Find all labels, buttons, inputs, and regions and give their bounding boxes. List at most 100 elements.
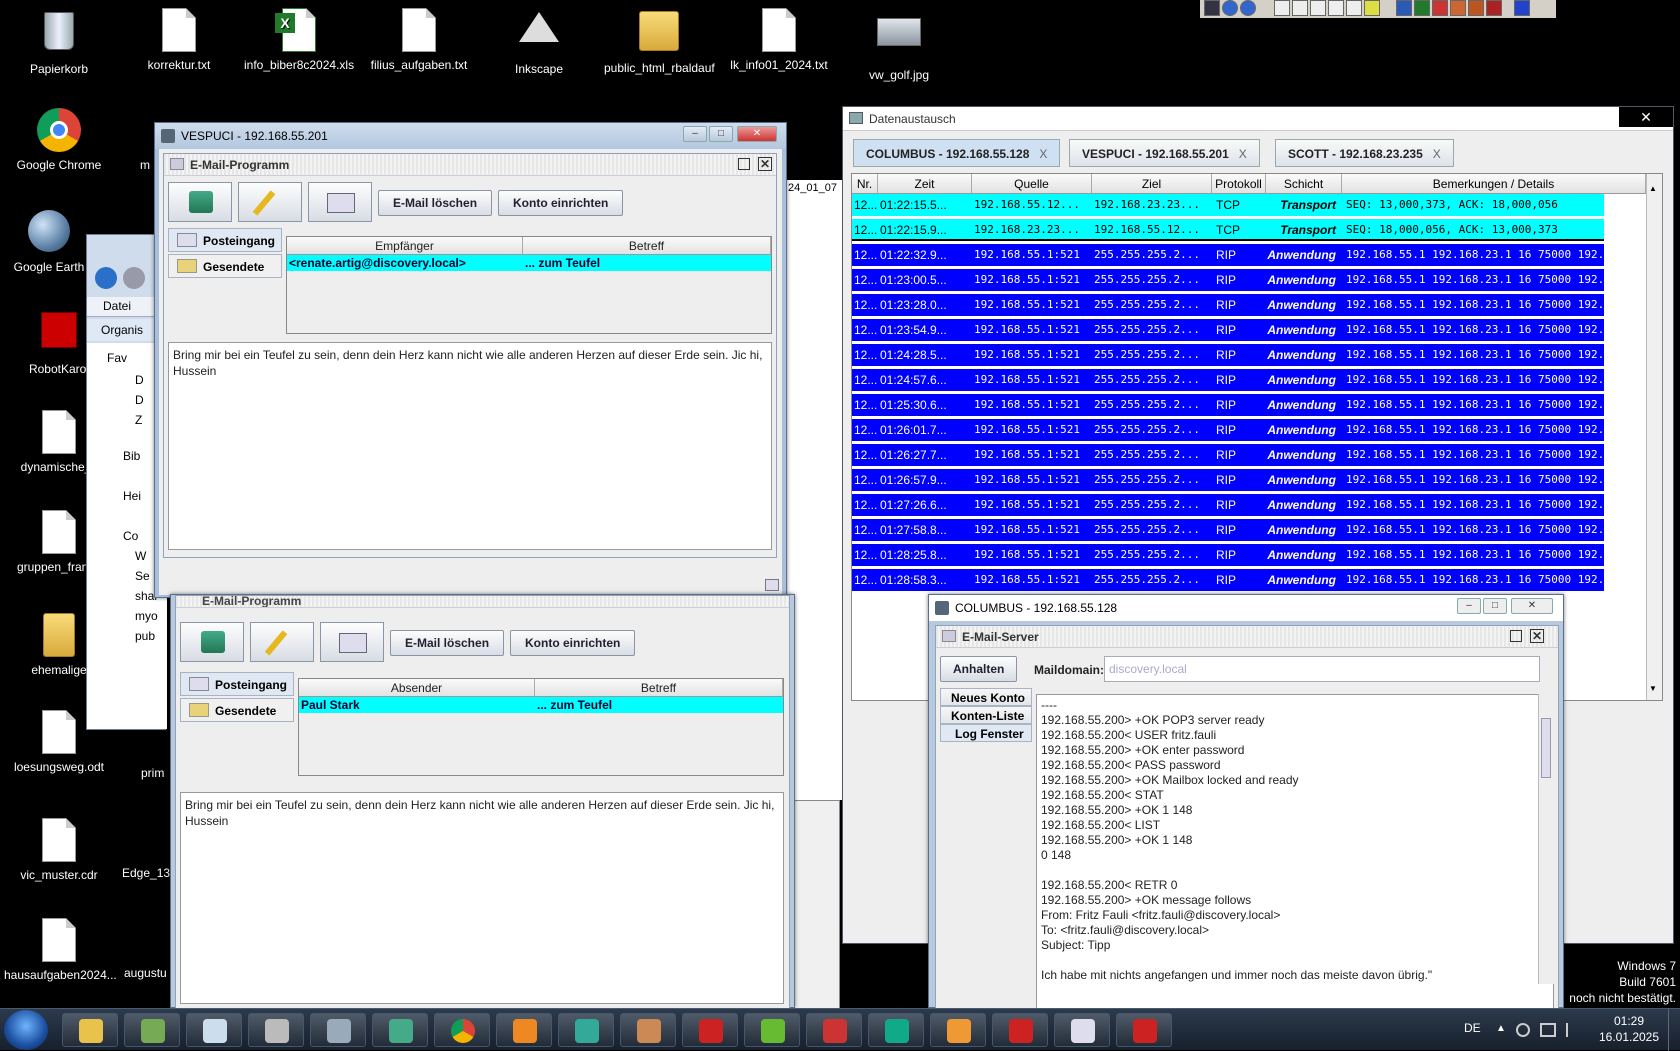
stop-server-button[interactable]: Anhalten (940, 656, 1018, 682)
maximize-button[interactable]: □ (709, 126, 733, 142)
desktop-icon-info-biber[interactable]: X info_biber8c2024.xls (244, 8, 354, 72)
scrollbar-thumb[interactable] (1541, 718, 1551, 778)
note-icon[interactable] (1346, 0, 1362, 16)
taskbar-button[interactable] (124, 1013, 180, 1047)
column-header[interactable]: Protokoll (1212, 174, 1266, 194)
minimize-button[interactable]: – (683, 126, 707, 142)
scroll-down-icon[interactable]: ▼ (1649, 684, 1659, 694)
taskbar-button[interactable] (868, 1013, 924, 1047)
tab-close[interactable]: X (1433, 147, 1441, 161)
contact-icon[interactable] (1328, 0, 1344, 16)
tree-item[interactable]: Se (135, 569, 150, 583)
mail-body-text[interactable]: Bring mir bei ein Teufel zu sein, denn d… (180, 792, 784, 1004)
tab-vespuci[interactable]: VESPUCI - 192.168.55.201 X (1069, 139, 1260, 167)
packet-row[interactable]: 12... 01:27:58.8... 192.168.55.1:521 255.25… (852, 519, 1646, 541)
column-header[interactable]: Zeit (878, 174, 972, 194)
outlook-icon[interactable] (1468, 0, 1484, 16)
tree-item[interactable]: D (135, 393, 144, 407)
tab-inbox[interactable]: Posteingang (168, 228, 282, 252)
desktop-icon-vic-muster[interactable]: vic_muster.cdr (4, 818, 114, 882)
close-icon[interactable]: ✕ (1530, 629, 1544, 643)
packet-row[interactable]: 12... 01:26:57.9... 192.168.55.1:521 255.25… (852, 469, 1646, 491)
tab-sent[interactable]: Gesendete (168, 254, 282, 278)
taskbar-button[interactable] (620, 1013, 676, 1047)
column-header[interactable]: Quelle (972, 174, 1092, 194)
packet-row[interactable]: 12... 01:23:28.0... 192.168.55.1:521 255.25… (852, 294, 1646, 316)
desktop-icon-recycle-bin[interactable]: Papierkorb (4, 8, 114, 76)
close-button[interactable]: ✕ (1619, 107, 1673, 127)
column-header[interactable]: Ziel (1092, 174, 1212, 194)
delete-mail-button[interactable]: E-Mail löschen (390, 630, 505, 656)
compose-mail-button[interactable] (250, 622, 314, 662)
desktop-icon-chrome[interactable]: Google Chrome (4, 108, 114, 172)
tab-inbox[interactable]: Posteingang (180, 672, 294, 696)
close-button[interactable]: ✕ (1511, 598, 1553, 614)
server-log[interactable]: ---- 192.168.55.200> +OK POP3 server read… (1036, 694, 1554, 1010)
word-icon[interactable] (1396, 0, 1412, 16)
network-icon[interactable] (1540, 1023, 1556, 1037)
delete-mail-button[interactable]: E-Mail löschen (378, 190, 493, 216)
packet-row[interactable]: 12... 01:28:25.8... 192.168.55.1:521 255.25… (852, 544, 1646, 566)
office-icon[interactable] (1514, 0, 1530, 16)
packet-row[interactable]: 12... 01:26:27.7... 192.168.55.1:521 255.25… (852, 444, 1646, 466)
calendar-icon[interactable] (1292, 0, 1308, 16)
packet-row[interactable]: 12... 01:27:26.6... 192.168.55.1:521 255.25… (852, 494, 1646, 516)
taskbar-button[interactable] (310, 1013, 366, 1047)
log-scrollbar[interactable] (1538, 694, 1554, 984)
volume-icon[interactable] (1516, 1023, 1530, 1037)
tree-item[interactable]: myo (135, 609, 158, 623)
taskbar-button[interactable] (496, 1013, 552, 1047)
tree-item[interactable]: Fav (107, 351, 127, 365)
column-header[interactable]: Absender (299, 679, 535, 697)
packet-row[interactable]: 12... 01:22:15.9... 192.168.23.23... 192.16… (852, 219, 1604, 241)
window-titlebar[interactable]: Datenaustausch (843, 107, 1673, 131)
maildomain-field[interactable] (1104, 656, 1540, 682)
column-header[interactable]: Bemerkungen / Details (1342, 174, 1646, 194)
mail-icon[interactable] (1274, 0, 1290, 16)
access-icon[interactable] (1432, 0, 1448, 16)
reply-mail-button[interactable] (320, 622, 384, 662)
column-header[interactable]: Nr. (852, 174, 878, 194)
compose-mail-button[interactable] (238, 182, 302, 222)
organize-button[interactable]: Organis (101, 323, 143, 337)
tree-item[interactable]: Co (123, 529, 138, 543)
tab-log-window[interactable]: Log Fenster (940, 724, 1032, 742)
desktop-icon-public-html[interactable]: public_html_rbaldauf (604, 8, 715, 75)
table-row[interactable]: Paul Stark ... zum Teufel (299, 697, 783, 713)
tab-columbus[interactable]: COLUMBUS - 192.168.55.128 X (853, 139, 1061, 167)
powerpoint-icon[interactable] (1450, 0, 1466, 16)
packet-row[interactable]: 12... 01:28:58.3... 192.168.55.1:521 255.25… (852, 569, 1646, 591)
taskbar-button[interactable] (62, 1013, 118, 1047)
desktop-icon-filius-aufgaben[interactable]: filius_aufgaben.txt (364, 8, 474, 72)
packet-row[interactable]: 12... 01:22:15.5... 192.168.55.12... 192.16… (852, 194, 1604, 216)
tab-account-list[interactable]: Konten-Liste (940, 706, 1032, 724)
desktop-icon-vw-golf[interactable]: vw_golf.jpg (844, 8, 954, 82)
tree-item[interactable]: W (135, 549, 146, 563)
packet-row[interactable]: 12... 01:23:00.5... 192.168.55.1:521 255.25… (852, 269, 1646, 291)
tab-scott[interactable]: SCOTT - 192.168.23.235 X (1275, 139, 1454, 167)
tab-new-account[interactable]: Neues Konto (940, 688, 1032, 706)
packet-row[interactable]: 12... 01:23:54.9... 192.168.55.1:521 255.25… (852, 319, 1646, 341)
packet-row[interactable]: 12... 01:26:01.7... 192.168.55.1:521 255.25… (852, 419, 1646, 441)
menu-file[interactable]: Datei (103, 299, 131, 313)
taskbar-button[interactable] (186, 1013, 242, 1047)
desktop-icon-inkscape[interactable]: Inkscape (484, 8, 594, 76)
taskbar-button[interactable] (806, 1013, 862, 1047)
scroll-up-icon[interactable]: ▲ (1649, 184, 1659, 194)
forward-arrow-icon[interactable] (123, 267, 145, 289)
undock-icon[interactable] (738, 158, 750, 170)
tree-item[interactable]: Bib (123, 449, 140, 463)
resize-grip-icon[interactable] (765, 579, 779, 591)
app-icon[interactable] (1204, 0, 1220, 16)
column-header[interactable]: Betreff (523, 237, 771, 255)
tab-sent[interactable]: Gesendete (180, 698, 294, 722)
column-header[interactable]: Betreff (535, 679, 783, 697)
column-header[interactable]: Schicht (1266, 174, 1342, 194)
desktop-icon-korrektur[interactable]: korrektur.txt (124, 8, 234, 72)
window-titlebar[interactable]: VESPUCI - 192.168.55.201 – □ ✕ (155, 123, 786, 149)
start-button[interactable] (4, 1010, 48, 1050)
tree-item[interactable]: Z (135, 413, 142, 427)
tree-item[interactable]: pub (135, 629, 155, 643)
receive-mail-button[interactable] (168, 182, 232, 222)
packet-row[interactable]: 12... 01:22:32.9... 192.168.55.1:521 255.25… (852, 244, 1646, 266)
